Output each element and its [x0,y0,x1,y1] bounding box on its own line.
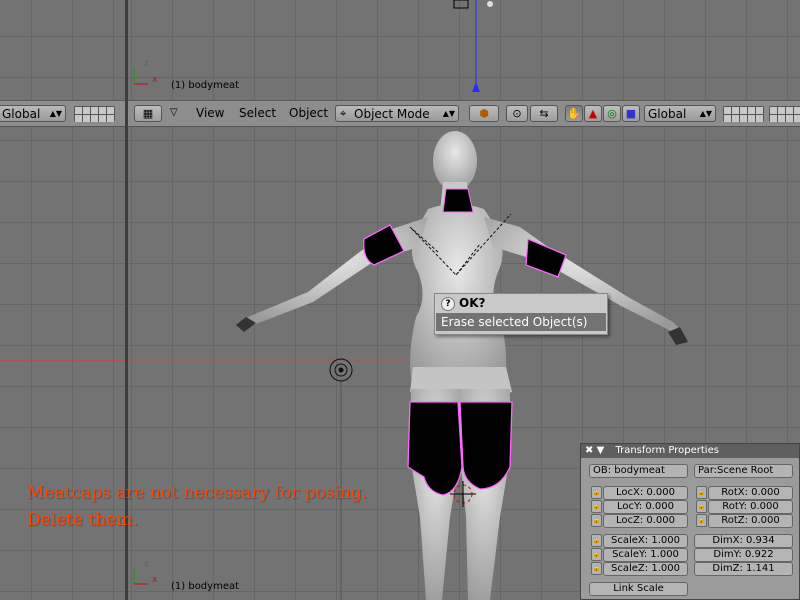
scale-z-field[interactable]: ScaleZ: 1.000 [603,562,688,576]
rot-y-field[interactable]: RotY: 0.000 [708,500,793,514]
manipulator-orientation-dropdown[interactable]: Global ▲▼ [644,105,716,122]
grid-icon: ▦ [142,107,154,120]
select-menu[interactable]: Select [237,105,278,122]
translate-manipulator-icon: ▲ [588,107,598,120]
collapse-triangle-icon[interactable]: ▼ [597,445,605,456]
dim-z-field[interactable]: DimZ: 1.141 [694,562,793,576]
confirm-dialog: ? OK? Erase selected Object(s) [434,293,608,335]
scale-manipulator-button[interactable]: ■ [622,105,640,122]
rot-z-field[interactable]: RotZ: 0.000 [708,514,793,528]
dim-y-field[interactable]: DimY: 0.922 [694,548,793,562]
layer-buttons-2[interactable] [769,106,800,122]
link-scale-button[interactable]: Link Scale [589,582,688,596]
loc-y-field[interactable]: LocY: 0.000 [603,500,688,514]
lock-icon[interactable]: 🔒 [696,500,707,513]
parent-field[interactable]: Par:Scene Root [694,464,793,478]
pivot-button[interactable]: ⊙ [506,105,528,122]
pivot-icon: ⊙ [512,107,522,120]
viewport-top-right[interactable]: z x (1) bodymeat [128,0,800,100]
rotate-manipulator-button[interactable]: ◎ [603,105,621,122]
lock-icon[interactable]: 🔒 [591,562,602,575]
dialog-title-text: OK? [459,296,486,310]
transform-orientation-label: Global [2,107,41,121]
object-name-field[interactable]: OB: bodymeat [589,464,688,478]
rot-x-field[interactable]: RotX: 0.000 [708,486,793,500]
snap-button[interactable]: ⇆ [530,105,558,122]
viewport-top-left[interactable] [0,0,125,100]
manipulator-orientation-label: Global [648,107,687,121]
annotation-line-2: Delete them. [27,510,138,530]
shading-sphere-icon: ⬢ [479,107,489,120]
editor-type-button[interactable]: ▦ [134,105,162,122]
main-header-toolbar: ▦ ▽ View Select Object ⌖ Object Mode ▲▼ … [128,100,800,127]
chevron-updown-icon: ▲▼ [49,109,62,118]
object-menu[interactable]: Object [287,105,330,122]
lock-icon[interactable]: 🔒 [696,486,707,499]
panel-header[interactable]: ✖ ▼ Transform Properties [581,444,799,458]
lock-icon[interactable]: 🔒 [591,534,602,547]
mode-dropdown[interactable]: ⌖ Object Mode ▲▼ [335,105,459,122]
transform-properties-panel: ✖ ▼ Transform Properties OB: bodymeat Pa… [580,443,800,600]
annotation-line-1: Meatcaps are not necessary for posing. [27,483,368,503]
rotate-manipulator-icon: ◎ [607,107,617,120]
layer-buttons[interactable] [74,106,115,122]
viewport-object-label: (1) bodymeat [171,80,240,91]
panel-title: Transform Properties [615,445,719,456]
mode-label: Object Mode [354,107,430,121]
scale-x-field[interactable]: ScaleX: 1.000 [603,534,688,548]
left-header-toolbar: Global ▲▼ [0,100,125,127]
close-icon[interactable]: ✖ [585,445,593,456]
lock-icon[interactable]: 🔒 [696,514,707,527]
axis-x-label: x [152,575,158,585]
axis-z-label: z [144,559,149,569]
dialog-title: ? OK? [435,294,607,313]
loc-x-field[interactable]: LocX: 0.000 [603,486,688,500]
x-axis-line [0,360,125,361]
lock-icon[interactable]: 🔒 [591,500,602,513]
scale-y-field[interactable]: ScaleY: 1.000 [603,548,688,562]
transform-orientation-dropdown[interactable]: Global ▲▼ [0,105,66,122]
manipulator-toggle[interactable]: ✋ [565,105,583,122]
loc-z-field[interactable]: LocZ: 0.000 [603,514,688,528]
menu-triangle-icon[interactable]: ▽ [170,105,184,122]
viewport-object-label: (1) bodymeat [171,581,240,592]
mode-icon: ⌖ [340,107,347,120]
hand-icon: ✋ [567,107,581,120]
question-icon: ? [441,297,455,311]
draw-type-dropdown[interactable]: ⬢ [469,105,499,122]
scale-manipulator-icon: ■ [625,107,637,120]
lock-icon[interactable]: 🔒 [591,548,602,561]
lock-icon[interactable]: 🔒 [591,514,602,527]
axis-gizmo-icon [133,568,148,585]
axis-x-label: x [152,75,158,85]
layer-buttons[interactable] [723,106,764,122]
dim-x-field[interactable]: DimX: 0.934 [694,534,793,548]
axis-gizmo-icon [133,68,148,85]
erase-objects-option[interactable]: Erase selected Object(s) [436,313,606,331]
snap-icon: ⇆ [539,107,549,120]
lock-icon[interactable]: 🔒 [591,486,602,499]
chevron-updown-icon: ▲▼ [442,109,455,118]
translate-manipulator-button[interactable]: ▲ [584,105,602,122]
chevron-updown-icon: ▲▼ [699,109,712,118]
view-menu[interactable]: View [194,105,226,122]
